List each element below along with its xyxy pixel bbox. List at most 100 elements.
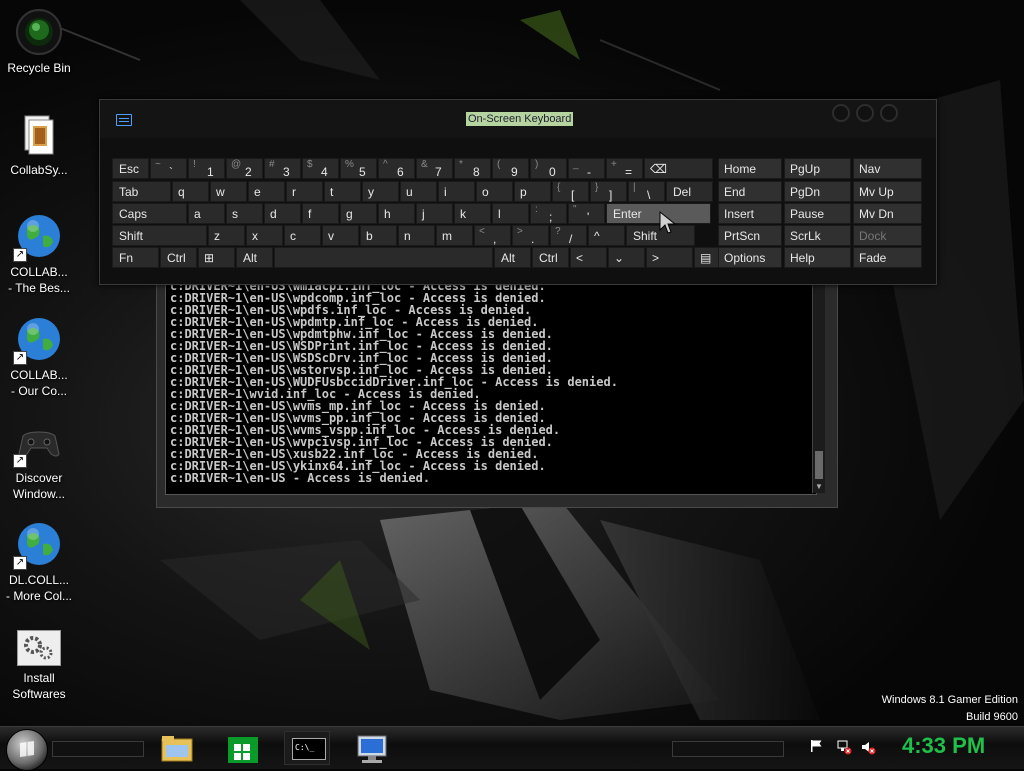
desktop-icon-recycle-bin[interactable]: Recycle Bin	[0, 8, 78, 76]
key-down[interactable]: ⌄	[608, 247, 645, 268]
key-home[interactable]: Home	[718, 158, 782, 179]
key-1[interactable]: ! 1	[188, 158, 225, 179]
key-b[interactable]: b	[360, 225, 397, 246]
key-o[interactable]: o	[476, 181, 513, 202]
key-prtscn[interactable]: PrtScn	[718, 225, 782, 246]
key-q[interactable]: q	[172, 181, 209, 202]
key-p[interactable]: p	[514, 181, 551, 202]
key-s[interactable]: s	[226, 203, 263, 224]
key-symbol[interactable]: <	[570, 247, 607, 268]
key-e[interactable]: e	[248, 181, 285, 202]
desktop-icon-dl-collab[interactable]: ↗ DL.COLL... - More Col...	[0, 520, 78, 604]
key-h[interactable]: h	[378, 203, 415, 224]
command-prompt-taskbar-button[interactable]: C:\_	[284, 731, 330, 765]
key-fade[interactable]: Fade	[853, 247, 922, 268]
key-c[interactable]: c	[284, 225, 321, 246]
key-pgup[interactable]: PgUp	[784, 158, 851, 179]
remote-desktop-button[interactable]	[350, 731, 396, 765]
key-4[interactable]: $4	[302, 158, 339, 179]
key-symbol[interactable]: | \	[628, 181, 665, 202]
store-button[interactable]	[220, 731, 266, 765]
key-alt[interactable]: Alt	[494, 247, 531, 268]
key-shift[interactable]: Shift	[112, 225, 207, 246]
key-z[interactable]: z	[208, 225, 245, 246]
key-a[interactable]: a	[188, 203, 225, 224]
key-options[interactable]: Options	[718, 247, 782, 268]
key-u[interactable]: u	[400, 181, 437, 202]
key-symbol[interactable]: >	[646, 247, 693, 268]
key-n[interactable]: n	[398, 225, 435, 246]
key-ctrl[interactable]: Ctrl	[160, 247, 197, 268]
key-end[interactable]: End	[718, 181, 782, 202]
desktop-icon-install-softwares[interactable]: Install Softwares	[0, 630, 78, 702]
key-g[interactable]: g	[340, 203, 377, 224]
desktop-icon-collabsy[interactable]: CollabSy...	[0, 110, 78, 178]
key-help[interactable]: Help	[784, 247, 851, 268]
key-v[interactable]: v	[322, 225, 359, 246]
maximize-button[interactable]	[856, 104, 874, 122]
key-5[interactable]: % 5	[340, 158, 377, 179]
key-symbol[interactable]: + =	[606, 158, 643, 179]
key-nav[interactable]: Nav	[853, 158, 922, 179]
key-6[interactable]: ^ 6	[378, 158, 415, 179]
key-backspace[interactable]: ⌫	[644, 158, 713, 179]
key-symbol[interactable]: ~ `	[150, 158, 187, 179]
key-m[interactable]: m	[436, 225, 473, 246]
console-output[interactable]: c:DRIVER~1\en-US\wmiacpi.inf_loc - Acces…	[165, 275, 817, 495]
file-explorer-button[interactable]	[154, 731, 200, 765]
scroll-down-icon[interactable]: ▼	[813, 481, 825, 493]
volume-muted-icon[interactable]	[860, 739, 876, 758]
close-button[interactable]	[880, 104, 898, 122]
key-pgdn[interactable]: PgDn	[784, 181, 851, 202]
key-symbol[interactable]: <,	[474, 225, 511, 246]
key-y[interactable]: y	[362, 181, 399, 202]
key-f[interactable]: f	[302, 203, 339, 224]
key-symbol[interactable]: {[	[552, 181, 589, 202]
desktop-icon-discover-windows[interactable]: ↗ Discover Window...	[0, 418, 78, 502]
key-7[interactable]: & 7	[416, 158, 453, 179]
key-caps[interactable]: Caps	[112, 203, 187, 224]
key-mv-dn[interactable]: Mv Dn	[853, 203, 922, 224]
console-scrollbar[interactable]: ▼	[812, 275, 825, 493]
key-symbol[interactable]: ^	[588, 225, 625, 246]
key-esc[interactable]: Esc	[112, 158, 149, 179]
key-x[interactable]: x	[246, 225, 283, 246]
key-symbol[interactable]: ? /	[550, 225, 587, 246]
key-del[interactable]: Del	[666, 181, 713, 202]
desktop-icon-collab-our[interactable]: ↗ COLLAB... - Our Co...	[0, 315, 78, 399]
key-3[interactable]: #3	[264, 158, 301, 179]
key-d[interactable]: d	[264, 203, 301, 224]
key-fn[interactable]: Fn	[112, 247, 159, 268]
key-insert[interactable]: Insert	[718, 203, 782, 224]
key-k[interactable]: k	[454, 203, 491, 224]
key-symbol[interactable]: :;	[530, 203, 567, 224]
command-prompt-window[interactable]: c:DRIVER~1\en-US\wmiacpi.inf_loc - Acces…	[156, 270, 838, 508]
key-i[interactable]: i	[438, 181, 475, 202]
minimize-button[interactable]	[832, 104, 850, 122]
key-space[interactable]	[274, 247, 493, 268]
taskbar-clock[interactable]: 4:33 PM	[902, 733, 985, 759]
key-2[interactable]: @2	[226, 158, 263, 179]
key-9[interactable]: (9	[492, 158, 529, 179]
key-tab[interactable]: Tab	[112, 181, 171, 202]
key-l[interactable]: l	[492, 203, 529, 224]
start-button[interactable]	[6, 729, 48, 771]
key-dock[interactable]: Dock	[853, 225, 922, 246]
osk-titlebar[interactable]: On-Screen Keyboard	[100, 100, 936, 138]
key-scrlk[interactable]: ScrLk	[784, 225, 851, 246]
network-icon[interactable]	[836, 739, 852, 758]
key-symbol[interactable]: >.	[512, 225, 549, 246]
flag-icon[interactable]	[810, 739, 824, 756]
on-screen-keyboard-window[interactable]: On-Screen Keyboard Esc ~ `! 1 @2 #3 $4% 5 ^ 6 & 7 * 8…	[99, 99, 937, 285]
key-symbol[interactable]: }]	[590, 181, 627, 202]
key-t[interactable]: t	[324, 181, 361, 202]
key-ctrl[interactable]: Ctrl	[532, 247, 569, 268]
key-windows[interactable]: ⊞	[198, 247, 235, 268]
key-w[interactable]: w	[210, 181, 247, 202]
key-8[interactable]: * 8	[454, 158, 491, 179]
key-j[interactable]: j	[416, 203, 453, 224]
key-pause[interactable]: Pause	[784, 203, 851, 224]
scrollbar-thumb[interactable]	[815, 451, 823, 479]
key-r[interactable]: r	[286, 181, 323, 202]
key-alt[interactable]: Alt	[236, 247, 273, 268]
